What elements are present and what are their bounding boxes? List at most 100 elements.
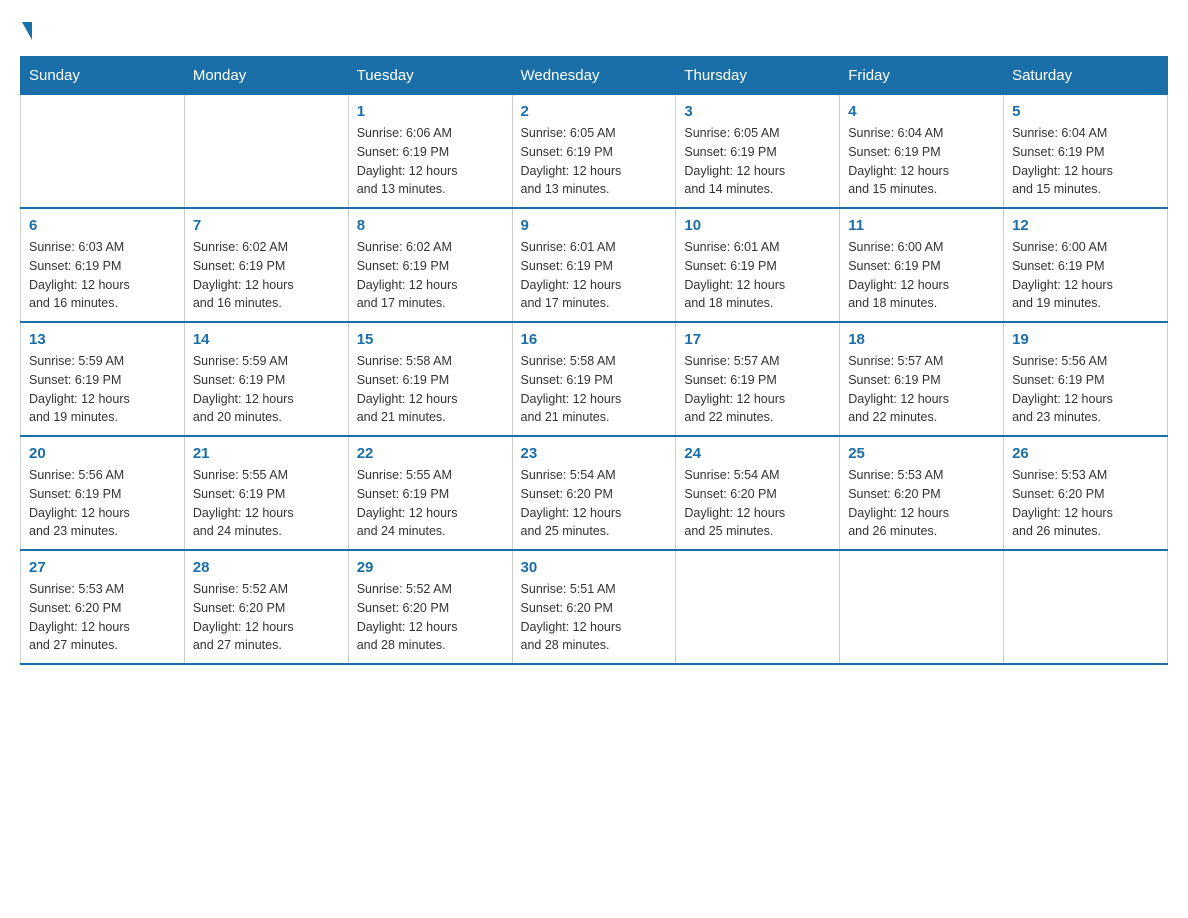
day-number: 2 xyxy=(521,103,668,120)
calendar-cell: 19Sunrise: 5:56 AM Sunset: 6:19 PM Dayli… xyxy=(1004,322,1168,436)
day-number: 16 xyxy=(521,331,668,348)
day-info: Sunrise: 6:01 AM Sunset: 6:19 PM Dayligh… xyxy=(684,238,831,313)
column-header-tuesday: Tuesday xyxy=(348,57,512,95)
calendar-cell xyxy=(1004,550,1168,664)
day-info: Sunrise: 5:53 AM Sunset: 6:20 PM Dayligh… xyxy=(1012,466,1159,541)
day-info: Sunrise: 5:59 AM Sunset: 6:19 PM Dayligh… xyxy=(193,352,340,427)
calendar-cell: 5Sunrise: 6:04 AM Sunset: 6:19 PM Daylig… xyxy=(1004,95,1168,209)
day-info: Sunrise: 5:55 AM Sunset: 6:19 PM Dayligh… xyxy=(193,466,340,541)
column-header-thursday: Thursday xyxy=(676,57,840,95)
calendar-cell: 25 Sunrise: 5:53 AM Sunset: 6:20 PM Dayli… xyxy=(840,436,1004,550)
day-number: 24 xyxy=(684,445,831,462)
day-info: Sunrise: 6:00 AM Sunset: 6:19 PM Dayligh… xyxy=(1012,238,1159,313)
day-info: Sunrise: 5:53 AM Sunset: 6:20 PM Dayligh… xyxy=(848,466,995,541)
calendar-table: SundayMondayTuesdayWednesdayThursdayFrid… xyxy=(20,56,1168,665)
column-header-saturday: Saturday xyxy=(1004,57,1168,95)
calendar-cell: 17 Sunrise: 5:57 AM Sunset: 6:19 PM Dayli… xyxy=(676,322,840,436)
page-header xyxy=(20,20,1168,40)
calendar-cell: 14 Sunrise: 5:59 AM Sunset: 6:19 PM Dayli… xyxy=(184,322,348,436)
day-number: 29 xyxy=(357,559,504,576)
day-info: Sunrise: 6:00 AM Sunset: 6:19 PM Dayligh… xyxy=(848,238,995,313)
day-number: 20 xyxy=(29,445,176,462)
day-info: Sunrise: 5:56 AM Sunset: 6:19 PM Dayligh… xyxy=(29,466,176,541)
day-info: Sunrise: 6:04 AM Sunset: 6:19 PM Dayligh… xyxy=(848,124,995,199)
calendar-cell: 29 Sunrise: 5:52 AM Sunset: 6:20 PM Dayli… xyxy=(348,550,512,664)
day-number: 8 xyxy=(357,217,504,234)
calendar-cell: 22Sunrise: 5:55 AM Sunset: 6:19 PM Dayli… xyxy=(348,436,512,550)
calendar-cell: 6Sunrise: 6:03 AM Sunset: 6:19 PM Daylig… xyxy=(21,208,185,322)
day-number: 4 xyxy=(848,103,995,120)
calendar-cell: 10 Sunrise: 6:01 AM Sunset: 6:19 PM Dayli… xyxy=(676,208,840,322)
calendar-cell: 16 Sunrise: 5:58 AM Sunset: 6:19 PM Dayli… xyxy=(512,322,676,436)
day-number: 10 xyxy=(684,217,831,234)
day-info: Sunrise: 6:02 AM Sunset: 6:19 PM Dayligh… xyxy=(357,238,504,313)
column-header-friday: Friday xyxy=(840,57,1004,95)
calendar-cell xyxy=(184,95,348,209)
day-number: 17 xyxy=(684,331,831,348)
day-number: 25 xyxy=(848,445,995,462)
calendar-cell: 21Sunrise: 5:55 AM Sunset: 6:19 PM Dayli… xyxy=(184,436,348,550)
day-info: Sunrise: 5:58 AM Sunset: 6:19 PM Dayligh… xyxy=(357,352,504,427)
day-number: 12 xyxy=(1012,217,1159,234)
day-number: 11 xyxy=(848,217,995,234)
calendar-cell: 24 Sunrise: 5:54 AM Sunset: 6:20 PM Dayli… xyxy=(676,436,840,550)
day-info: Sunrise: 6:01 AM Sunset: 6:19 PM Dayligh… xyxy=(521,238,668,313)
day-number: 7 xyxy=(193,217,340,234)
calendar-cell: 18 Sunrise: 5:57 AM Sunset: 6:19 PM Dayli… xyxy=(840,322,1004,436)
day-info: Sunrise: 6:06 AM Sunset: 6:19 PM Dayligh… xyxy=(357,124,504,199)
column-header-wednesday: Wednesday xyxy=(512,57,676,95)
calendar-cell xyxy=(676,550,840,664)
calendar-week-row: 6Sunrise: 6:03 AM Sunset: 6:19 PM Daylig… xyxy=(21,208,1168,322)
calendar-cell xyxy=(21,95,185,209)
day-number: 9 xyxy=(521,217,668,234)
day-number: 15 xyxy=(357,331,504,348)
calendar-cell: 28 Sunrise: 5:52 AM Sunset: 6:20 PM Dayli… xyxy=(184,550,348,664)
calendar-cell: 4 Sunrise: 6:04 AM Sunset: 6:19 PM Daylig… xyxy=(840,95,1004,209)
day-info: Sunrise: 6:05 AM Sunset: 6:19 PM Dayligh… xyxy=(521,124,668,199)
day-number: 13 xyxy=(29,331,176,348)
day-info: Sunrise: 5:51 AM Sunset: 6:20 PM Dayligh… xyxy=(521,580,668,655)
calendar-cell: 23 Sunrise: 5:54 AM Sunset: 6:20 PM Dayli… xyxy=(512,436,676,550)
calendar-cell: 8 Sunrise: 6:02 AM Sunset: 6:19 PM Daylig… xyxy=(348,208,512,322)
column-header-sunday: Sunday xyxy=(21,57,185,95)
calendar-week-row: 13 Sunrise: 5:59 AM Sunset: 6:19 PM Dayli… xyxy=(21,322,1168,436)
day-number: 23 xyxy=(521,445,668,462)
day-number: 1 xyxy=(357,103,504,120)
calendar-cell: 7 Sunrise: 6:02 AM Sunset: 6:19 PM Daylig… xyxy=(184,208,348,322)
day-info: Sunrise: 5:57 AM Sunset: 6:19 PM Dayligh… xyxy=(848,352,995,427)
day-number: 3 xyxy=(684,103,831,120)
day-info: Sunrise: 5:59 AM Sunset: 6:19 PM Dayligh… xyxy=(29,352,176,427)
day-number: 6 xyxy=(29,217,176,234)
logo xyxy=(20,20,32,40)
day-info: Sunrise: 5:54 AM Sunset: 6:20 PM Dayligh… xyxy=(521,466,668,541)
calendar-cell: 2 Sunrise: 6:05 AM Sunset: 6:19 PM Daylig… xyxy=(512,95,676,209)
day-info: Sunrise: 6:05 AM Sunset: 6:19 PM Dayligh… xyxy=(684,124,831,199)
day-number: 28 xyxy=(193,559,340,576)
day-info: Sunrise: 5:52 AM Sunset: 6:20 PM Dayligh… xyxy=(357,580,504,655)
calendar-cell: 3 Sunrise: 6:05 AM Sunset: 6:19 PM Daylig… xyxy=(676,95,840,209)
calendar-week-row: 27Sunrise: 5:53 AM Sunset: 6:20 PM Dayli… xyxy=(21,550,1168,664)
day-info: Sunrise: 5:52 AM Sunset: 6:20 PM Dayligh… xyxy=(193,580,340,655)
calendar-week-row: 1 Sunrise: 6:06 AM Sunset: 6:19 PM Daylig… xyxy=(21,95,1168,209)
day-number: 14 xyxy=(193,331,340,348)
day-info: Sunrise: 5:58 AM Sunset: 6:19 PM Dayligh… xyxy=(521,352,668,427)
day-info: Sunrise: 5:55 AM Sunset: 6:19 PM Dayligh… xyxy=(357,466,504,541)
column-header-monday: Monday xyxy=(184,57,348,95)
day-info: Sunrise: 5:56 AM Sunset: 6:19 PM Dayligh… xyxy=(1012,352,1159,427)
calendar-cell: 1 Sunrise: 6:06 AM Sunset: 6:19 PM Daylig… xyxy=(348,95,512,209)
calendar-cell: 26 Sunrise: 5:53 AM Sunset: 6:20 PM Dayli… xyxy=(1004,436,1168,550)
calendar-cell: 30 Sunrise: 5:51 AM Sunset: 6:20 PM Dayli… xyxy=(512,550,676,664)
day-info: Sunrise: 5:57 AM Sunset: 6:19 PM Dayligh… xyxy=(684,352,831,427)
calendar-cell: 12 Sunrise: 6:00 AM Sunset: 6:19 PM Dayli… xyxy=(1004,208,1168,322)
calendar-cell: 15 Sunrise: 5:58 AM Sunset: 6:19 PM Dayli… xyxy=(348,322,512,436)
day-info: Sunrise: 5:54 AM Sunset: 6:20 PM Dayligh… xyxy=(684,466,831,541)
day-info: Sunrise: 6:04 AM Sunset: 6:19 PM Dayligh… xyxy=(1012,124,1159,199)
day-number: 26 xyxy=(1012,445,1159,462)
calendar-cell: 13 Sunrise: 5:59 AM Sunset: 6:19 PM Dayli… xyxy=(21,322,185,436)
day-number: 27 xyxy=(29,559,176,576)
calendar-header-row: SundayMondayTuesdayWednesdayThursdayFrid… xyxy=(21,57,1168,95)
day-number: 30 xyxy=(521,559,668,576)
calendar-cell xyxy=(840,550,1004,664)
day-number: 18 xyxy=(848,331,995,348)
day-info: Sunrise: 6:02 AM Sunset: 6:19 PM Dayligh… xyxy=(193,238,340,313)
